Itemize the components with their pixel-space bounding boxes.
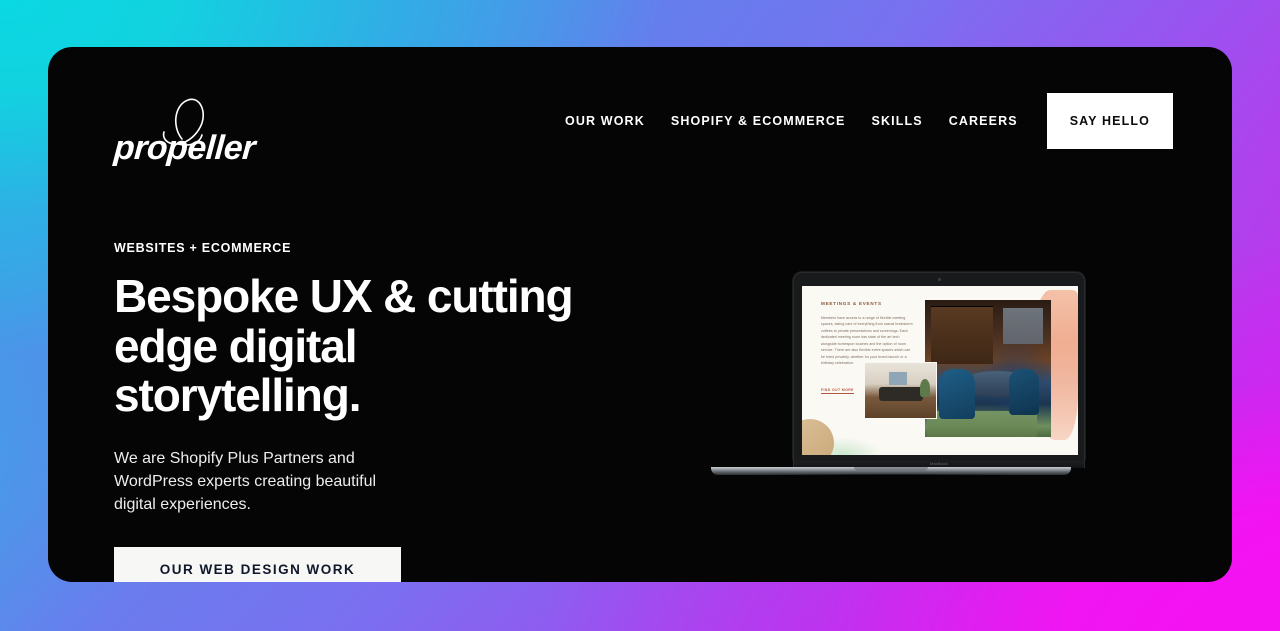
nav-item-shopify-ecommerce[interactable]: SHOPIFY & ECOMMERCE (658, 93, 859, 149)
hero-eyebrow: WEBSITES + ECOMMERCE (114, 241, 292, 255)
screen-find-out-more-link[interactable]: FIND OUT MORE (821, 388, 854, 394)
our-web-design-work-button[interactable]: OUR WEB DESIGN WORK (114, 546, 401, 582)
nav-item-say-hello-button[interactable]: SAY HELLO (1046, 93, 1173, 149)
photo-shelving (931, 306, 993, 364)
photo-window (1003, 308, 1043, 344)
hero-copy: WEBSITES + ECOMMERCE Bespoke UX & cuttin… (114, 241, 584, 582)
photo-artwork (889, 372, 907, 385)
logo-wordmark: propeller (112, 129, 257, 167)
photo-chair-right (1009, 369, 1039, 415)
logo[interactable]: propeller (112, 87, 294, 167)
laptop-shadow (721, 474, 1061, 478)
webcam-icon (937, 278, 941, 281)
laptop-lid: MEETINGS & EVENTS Members have access to… (793, 272, 1085, 462)
main-nav: OUR WORK SHOPIFY & ECOMMERCE SKILLS CARE… (552, 93, 1173, 149)
nav-item-our-work[interactable]: OUR WORK (552, 93, 658, 149)
laptop-screen: MEETINGS & EVENTS Members have access to… (802, 286, 1078, 455)
photo-plant (920, 379, 930, 397)
hero-headline: Bespoke UX & cutting edge digital storyt… (114, 270, 574, 422)
screen-photo-meeting-room (925, 300, 1051, 437)
laptop-mockup: MEETINGS & EVENTS Members have access to… (711, 272, 1085, 482)
laptop-trackpad-notch (854, 467, 928, 471)
nav-item-careers[interactable]: CAREERS (936, 93, 1031, 149)
hero-subcopy: We are Shopify Plus Partners and WordPre… (114, 450, 377, 514)
tan-circle-shape (802, 419, 834, 455)
hero-card: propeller OUR WORK SHOPIFY & ECOMMERCE S… (48, 47, 1232, 582)
screen-body-text: Members have access to a range of flexib… (821, 316, 913, 366)
nav-item-skills[interactable]: SKILLS (859, 93, 936, 149)
screen-section-heading: MEETINGS & EVENTS (821, 301, 882, 306)
laptop-base: MacBook (711, 461, 1085, 478)
screen-photo-lounge (864, 362, 937, 419)
photo-coffee-table (879, 387, 923, 401)
site-header: propeller OUR WORK SHOPIFY & ECOMMERCE S… (48, 47, 1232, 197)
photo-chair-left (939, 369, 975, 419)
